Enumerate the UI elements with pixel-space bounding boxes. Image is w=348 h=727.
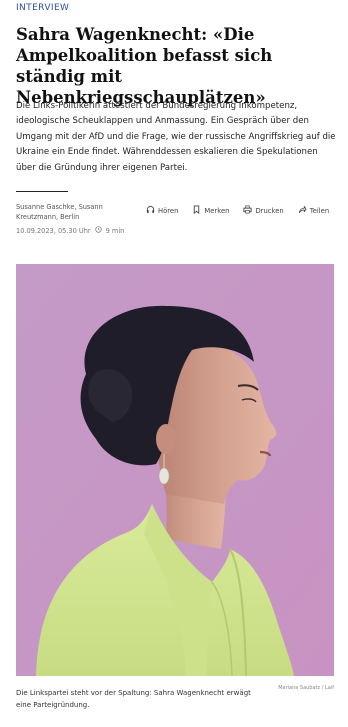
article-actions: Hören Merken Drucken Teilen	[146, 205, 329, 216]
clock-icon	[94, 226, 102, 235]
publish-date: 10.09.2023, 05.30 Uhr	[16, 226, 91, 235]
printer-icon	[243, 205, 252, 216]
portrait-illustration	[16, 264, 334, 676]
article-kicker[interactable]: INTERVIEW	[16, 3, 69, 13]
article-lead: Die Links-Politikerin attestiert der Bun…	[16, 101, 336, 173]
bookmark-label: Merken	[204, 206, 230, 215]
photo-credit: Mariana Saubatz / Laif	[278, 685, 334, 691]
share-button[interactable]: Teilen	[298, 205, 329, 216]
bookmark-button[interactable]: Merken	[192, 205, 229, 216]
divider	[16, 191, 68, 192]
headphones-icon	[146, 205, 155, 216]
article-photo[interactable]	[16, 264, 334, 676]
article-authors[interactable]: Susanne Gaschke, Susann Kreutzmann, Berl…	[16, 202, 126, 222]
share-label: Teilen	[309, 206, 330, 215]
article-page: INTERVIEW Sahra Wagenknecht: «Die Ampelk…	[0, 0, 348, 727]
listen-button[interactable]: Hören	[146, 205, 178, 216]
print-button[interactable]: Drucken	[243, 205, 284, 216]
article-headline: Sahra Wagenknecht: «Die Ampelkoalition b…	[16, 25, 273, 107]
article-meta: 10.09.2023, 05.30 Uhr 9 min	[16, 226, 124, 235]
listen-label: Hören	[158, 206, 179, 215]
share-icon	[298, 205, 307, 216]
photo-caption: Die Linkspartei steht vor der Spaltung: …	[16, 689, 251, 709]
bookmark-icon	[192, 205, 201, 216]
print-label: Drucken	[255, 206, 284, 215]
reading-time: 9 min	[105, 226, 125, 235]
